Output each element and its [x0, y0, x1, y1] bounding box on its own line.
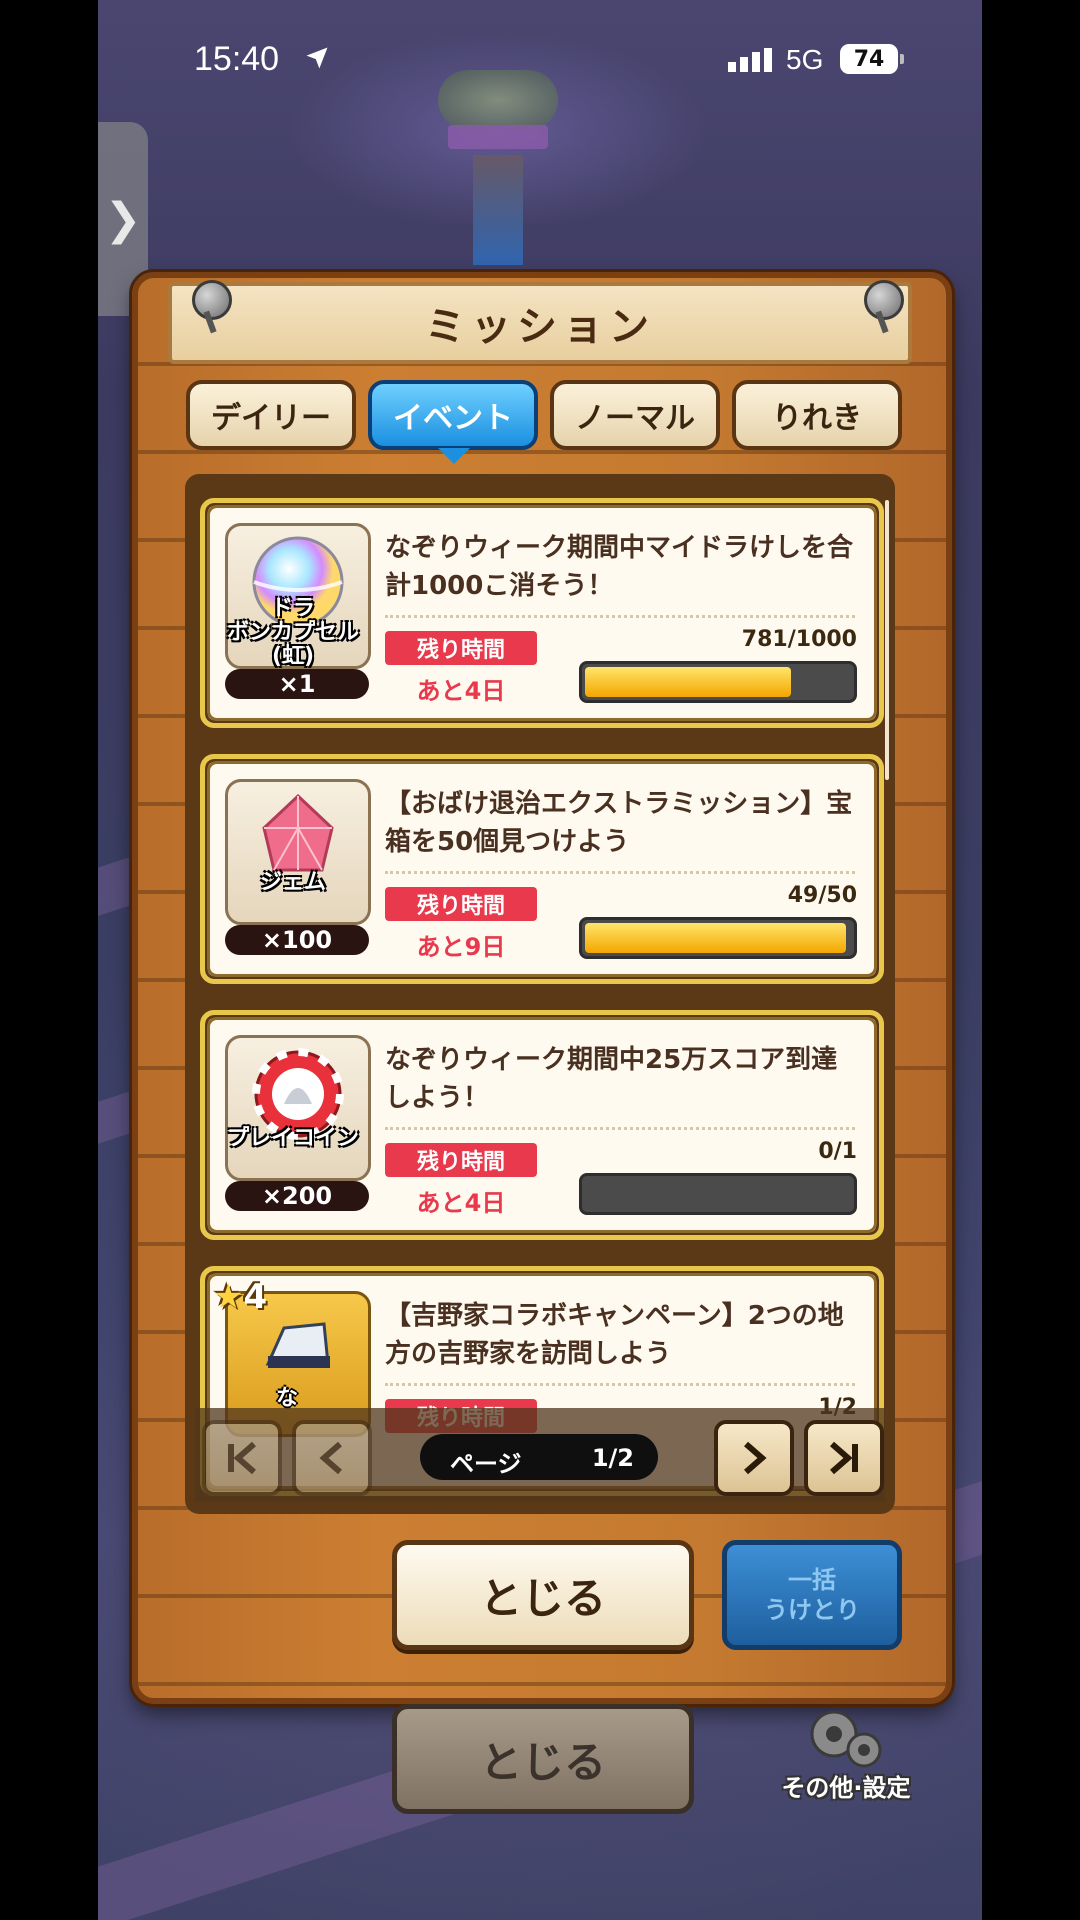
first-page-button[interactable] [202, 1420, 282, 1496]
battery-icon: 74 [840, 44, 898, 74]
remaining-time-label: 残り時間 [385, 1143, 537, 1177]
mission-card: プレイコイン ×200 なぞりウィーク期間中25万スコア到達しよう！ 残り時間 … [200, 1010, 884, 1240]
remaining-time-value: あと9日 [416, 933, 506, 961]
network-type: 5G [786, 44, 824, 75]
reward-quantity: ×200 [225, 1181, 369, 1211]
receive-all-label-1: 一括 [788, 1566, 836, 1594]
signal-icon [728, 48, 772, 72]
rarity-level: 4 [243, 1277, 268, 1317]
page-indicator: ページ 1/2 [420, 1434, 658, 1480]
reward-quantity: ×1 [225, 669, 369, 699]
settings-label: その他·設定 [781, 1774, 911, 1802]
location-arrow-icon [306, 47, 328, 69]
receive-all-button[interactable]: 一括 うけとり [722, 1540, 902, 1650]
page-value: 1/2 [591, 1444, 634, 1472]
last-page-icon [830, 1441, 858, 1475]
tab-event[interactable]: イベント [368, 380, 538, 464]
tab-daily[interactable]: デイリー [186, 380, 356, 450]
first-page-icon [228, 1441, 256, 1475]
reward-name: ジェム [259, 870, 326, 895]
status-bar: 15:40 5G 74 [98, 30, 982, 90]
progress-count: 49/50 [787, 883, 857, 908]
tab-history[interactable]: りれき [732, 380, 902, 450]
chevron-left-icon [319, 1441, 342, 1475]
mission-card: ドラ ボンカプセル(虹) ×1 なぞりウィーク期間中マイドラけしを合計1000こ… [200, 498, 884, 728]
progress-count: 0/1 [818, 1139, 857, 1164]
remaining-time-label: 残り時間 [385, 631, 537, 665]
next-page-button[interactable] [714, 1420, 794, 1496]
reward-icon-box [225, 779, 371, 925]
dialog-title: ミッション [425, 304, 655, 350]
progress-bar [579, 917, 857, 959]
rarity-stars: ★4 [213, 1277, 267, 1317]
mission-card: ジェム ×100 【おばけ退治エクストラミッション】宝箱を50個見つけよう 残り… [200, 754, 884, 984]
dialog-title-board: ミッション [168, 282, 912, 364]
receive-all-label-2: うけとり [764, 1596, 860, 1624]
progress-bar [579, 661, 857, 703]
mission-list[interactable]: ドラ ボンカプセル(虹) ×1 なぞりウィーク期間中マイドラけしを合計1000こ… [185, 474, 895, 1514]
mission-description: なぞりウィーク期間中25万スコア到達しよう！ [385, 1045, 838, 1113]
tower-landmark [428, 70, 568, 265]
list-scrollbar[interactable] [885, 500, 889, 780]
settings-button[interactable]: その他·設定 [776, 1700, 916, 1810]
remaining-time-label: 残り時間 [385, 887, 537, 921]
tab-normal[interactable]: ノーマル [550, 380, 720, 450]
progress-count: 781/1000 [741, 627, 857, 652]
battery-level: 74 [853, 46, 885, 72]
reward-quantity: ×100 [225, 925, 369, 955]
background-close-button[interactable]: とじる [392, 1704, 694, 1814]
close-button[interactable]: とじる [392, 1540, 694, 1650]
mission-description: 【おばけ退治エクストラミッション】宝箱を50個見つけよう [385, 789, 853, 857]
reward-name: ドラ ボンカプセル(虹) [226, 596, 359, 669]
mission-description: なぞりウィーク期間中マイドラけしを合計1000こ消そう！ [385, 533, 854, 601]
mission-description: 【吉野家コラボキャンペーン】2つの地方の吉野家を訪問しよう [385, 1301, 844, 1369]
remaining-time-value: あと4日 [416, 1189, 506, 1217]
progress-fill [585, 667, 792, 697]
chevron-right-icon [744, 1441, 767, 1475]
reward-icon-box [225, 1035, 371, 1181]
pin-icon [864, 280, 904, 320]
reward-name: プレイコイン [226, 1126, 359, 1151]
remaining-time-value: あと4日 [416, 677, 506, 705]
page-label: ページ [450, 1450, 522, 1478]
progress-bar [579, 1173, 857, 1215]
clock: 15:40 [194, 40, 280, 78]
progress-fill [585, 923, 846, 953]
pin-icon [192, 280, 232, 320]
prev-page-button[interactable] [292, 1420, 372, 1496]
last-page-button[interactable] [804, 1420, 884, 1496]
star-icon: ★ [213, 1277, 244, 1317]
